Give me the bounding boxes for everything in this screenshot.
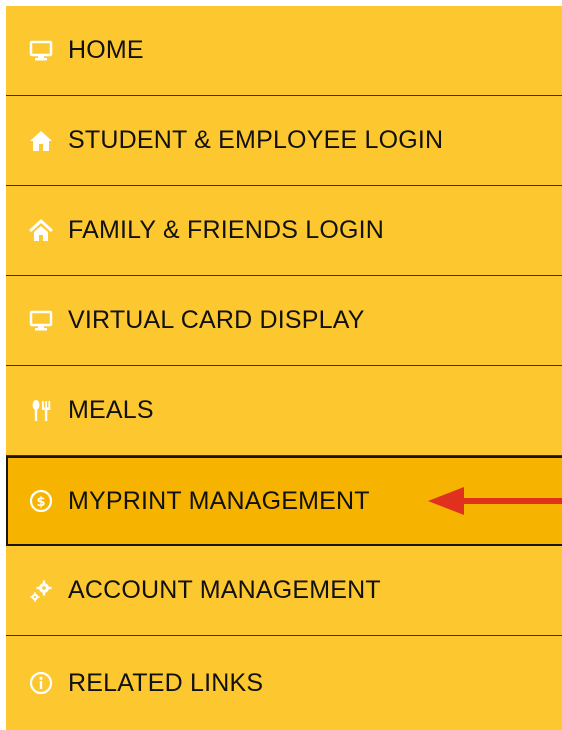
- menu-item-home[interactable]: HOME: [6, 6, 562, 96]
- info-circle-icon: [28, 670, 54, 696]
- menu-item-label: STUDENT & EMPLOYEE LOGIN: [68, 126, 444, 154]
- navigation-menu: HOME STUDENT & EMPLOYEE LOGIN FAMILY & F…: [6, 6, 562, 730]
- menu-item-label: FAMILY & FRIENDS LOGIN: [68, 216, 385, 244]
- menu-item-label: MEALS: [68, 396, 154, 424]
- house-filled-icon: [28, 128, 54, 154]
- menu-item-label: MYPRINT MANAGEMENT: [68, 486, 370, 515]
- menu-item-label: RELATED LINKS: [68, 668, 264, 697]
- menu-item-meals[interactable]: MEALS: [6, 366, 562, 456]
- menu-item-myprint-management[interactable]: $ MYPRINT MANAGEMENT: [6, 456, 562, 546]
- dollar-circle-icon: $: [28, 488, 54, 514]
- menu-item-label: ACCOUNT MANAGEMENT: [68, 576, 381, 604]
- menu-item-label: HOME: [68, 36, 144, 64]
- menu-item-student-employee-login[interactable]: STUDENT & EMPLOYEE LOGIN: [6, 96, 562, 186]
- house-outline-icon: [28, 218, 54, 244]
- monitor-icon: [28, 38, 54, 64]
- svg-text:$: $: [36, 495, 45, 510]
- gears-icon: [28, 578, 54, 604]
- utensils-icon: [28, 398, 54, 424]
- menu-item-related-links[interactable]: RELATED LINKS: [6, 636, 562, 730]
- menu-item-label: VIRTUAL CARD DISPLAY: [68, 306, 365, 334]
- menu-item-virtual-card-display[interactable]: VIRTUAL CARD DISPLAY: [6, 276, 562, 366]
- menu-item-family-friends-login[interactable]: FAMILY & FRIENDS LOGIN: [6, 186, 562, 276]
- monitor-icon: [28, 308, 54, 334]
- red-arrow-annotation: [428, 487, 562, 515]
- menu-item-account-management[interactable]: ACCOUNT MANAGEMENT: [6, 546, 562, 636]
